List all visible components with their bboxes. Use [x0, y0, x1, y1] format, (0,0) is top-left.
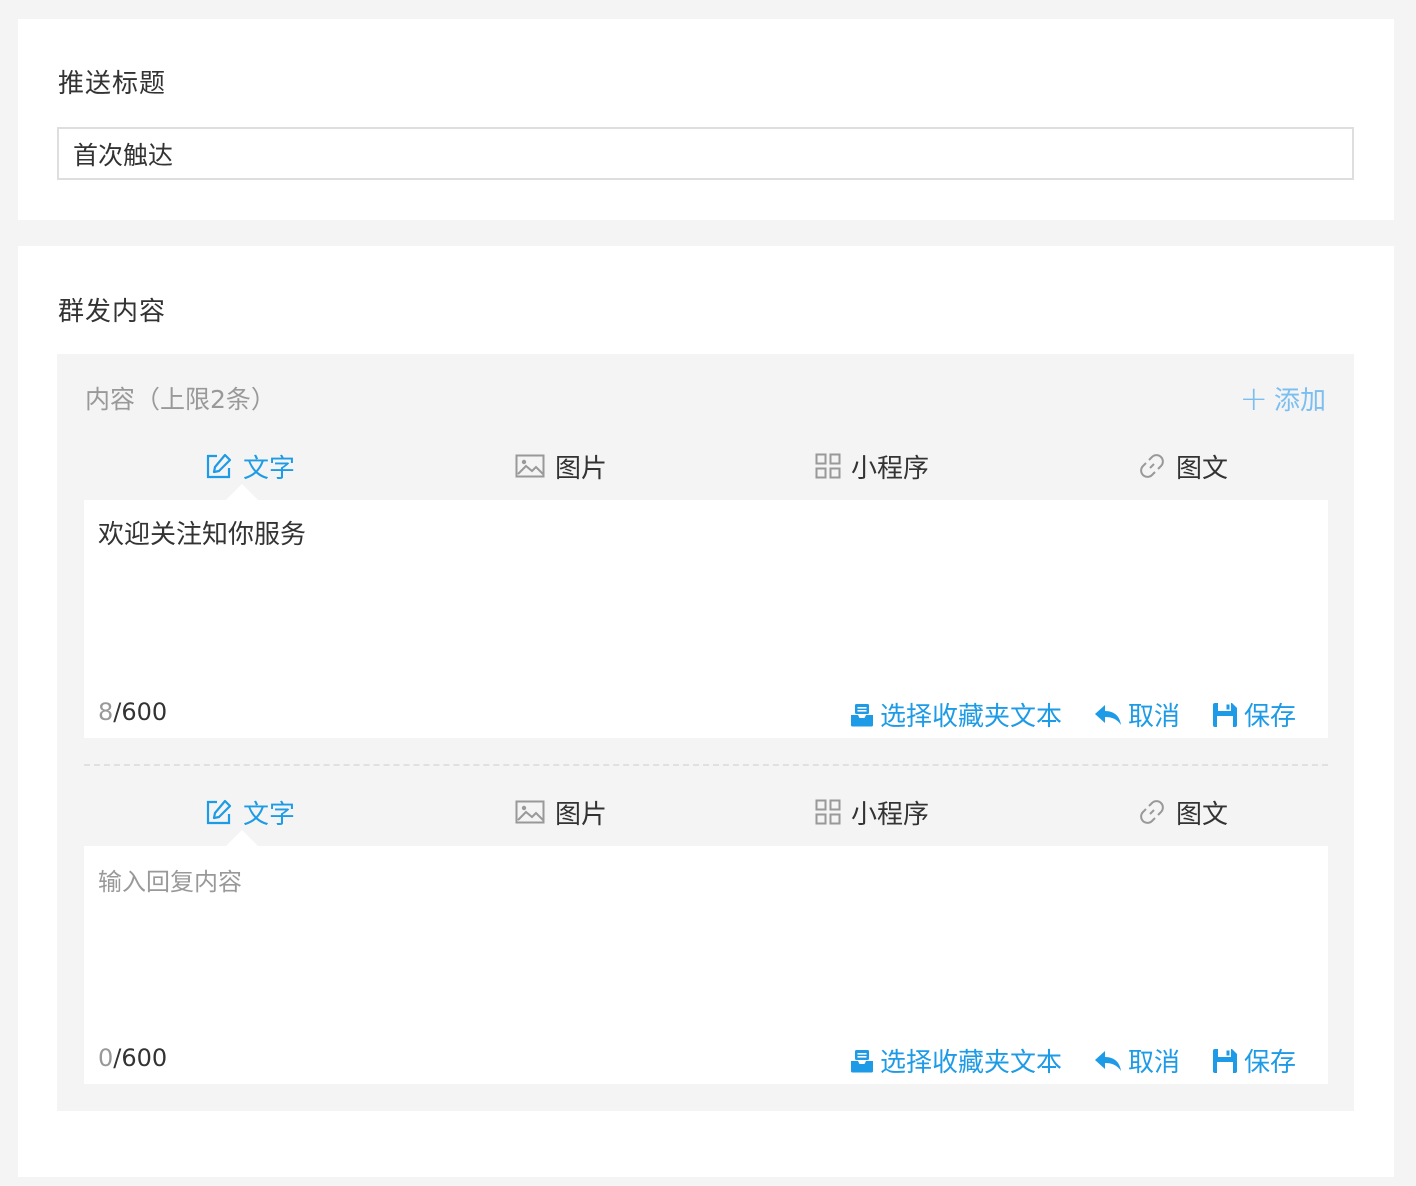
tab-text-label: 文字	[243, 799, 296, 830]
char-count: 0	[98, 1044, 114, 1072]
cancel-button[interactable]: 取消	[1094, 696, 1180, 733]
tab-text-label: 文字	[243, 453, 296, 484]
char-counter: 8/600	[98, 698, 167, 726]
content-limit-label: 内容（上限2条）	[85, 385, 276, 414]
content-type-tabs: 文字 图片 小程序 图文	[84, 792, 1328, 846]
select-favorite-text-label: 选择收藏夹文本	[879, 702, 1062, 732]
reply-icon	[1094, 704, 1122, 726]
floppy-icon	[1212, 1048, 1238, 1074]
push-title-input[interactable]	[57, 127, 1354, 180]
char-counter: 0/600	[98, 1044, 167, 1072]
select-favorite-text-button[interactable]: 选择收藏夹文本	[850, 696, 1062, 733]
inbox-icon	[850, 1049, 874, 1073]
select-favorite-text-button[interactable]: 选择收藏夹文本	[850, 1042, 1062, 1079]
cancel-label: 取消	[1127, 1048, 1180, 1078]
cancel-label: 取消	[1127, 702, 1180, 732]
text-editor[interactable]: 欢迎关注知你服务 8/600 选择收藏夹文本 取消 保存	[84, 500, 1328, 738]
plus-icon: +	[1239, 378, 1268, 419]
link-icon	[1138, 798, 1166, 826]
content-item: 文字 图片 小程序 图	[84, 446, 1328, 738]
tab-text[interactable]: 文字	[205, 446, 295, 486]
tab-image-label: 图片	[555, 799, 608, 830]
item-divider	[84, 764, 1328, 766]
tab-text[interactable]: 文字	[205, 792, 295, 832]
tab-article-label: 图文	[1176, 799, 1229, 830]
tab-article[interactable]: 图文	[1138, 446, 1228, 486]
editor-actions: 选择收藏夹文本 取消 保存	[850, 696, 1296, 733]
reply-icon	[1094, 1050, 1122, 1072]
cancel-button[interactable]: 取消	[1094, 1042, 1180, 1079]
tab-image-label: 图片	[555, 453, 608, 484]
grid-icon	[815, 453, 841, 479]
grid-icon	[815, 799, 841, 825]
editor-content[interactable]: 欢迎关注知你服务	[98, 514, 306, 551]
char-max: /600	[113, 1044, 168, 1072]
save-button[interactable]: 保存	[1212, 696, 1296, 733]
content-type-tabs: 文字 图片 小程序 图文	[84, 446, 1328, 500]
tab-miniprogram[interactable]: 小程序	[815, 446, 929, 486]
broadcast-content-card: 群发内容 内容（上限2条） + 添加 文字 图片 小程序 图文 欢迎关注知你服务…	[18, 246, 1394, 1177]
editor-actions: 选择收藏夹文本 取消 保存	[850, 1042, 1296, 1079]
image-icon	[515, 454, 545, 478]
inbox-icon	[850, 703, 874, 727]
floppy-icon	[1212, 702, 1238, 728]
active-tab-caret	[226, 484, 258, 500]
edit-icon	[205, 452, 233, 480]
tab-image[interactable]: 图片	[515, 446, 607, 486]
push-title-card: 推送标题	[18, 19, 1394, 220]
tab-miniprogram-label: 小程序	[851, 799, 930, 830]
push-title-label: 推送标题	[58, 69, 167, 99]
image-icon	[515, 800, 545, 824]
save-button[interactable]: 保存	[1212, 1042, 1296, 1079]
tab-article[interactable]: 图文	[1138, 792, 1228, 832]
editor-placeholder[interactable]: 输入回复内容	[98, 862, 242, 897]
link-icon	[1138, 452, 1166, 480]
edit-icon	[205, 798, 233, 826]
content-list-box: 内容（上限2条） + 添加 文字 图片 小程序 图文 欢迎关注知你服务 8/60…	[57, 354, 1354, 1111]
tab-miniprogram[interactable]: 小程序	[815, 792, 929, 832]
broadcast-content-label: 群发内容	[58, 297, 167, 327]
save-label: 保存	[1243, 1048, 1296, 1078]
add-content-label: 添加	[1273, 386, 1326, 416]
select-favorite-text-label: 选择收藏夹文本	[879, 1048, 1062, 1078]
active-tab-caret	[226, 830, 258, 846]
char-max: /600	[113, 698, 168, 726]
tab-image[interactable]: 图片	[515, 792, 607, 832]
add-content-button[interactable]: + 添加	[1239, 380, 1326, 417]
text-editor[interactable]: 输入回复内容 0/600 选择收藏夹文本 取消 保存	[84, 846, 1328, 1084]
char-count: 8	[98, 698, 114, 726]
tab-article-label: 图文	[1176, 453, 1229, 484]
content-item: 文字 图片 小程序 图	[84, 792, 1328, 1084]
save-label: 保存	[1243, 702, 1296, 732]
tab-miniprogram-label: 小程序	[851, 453, 930, 484]
